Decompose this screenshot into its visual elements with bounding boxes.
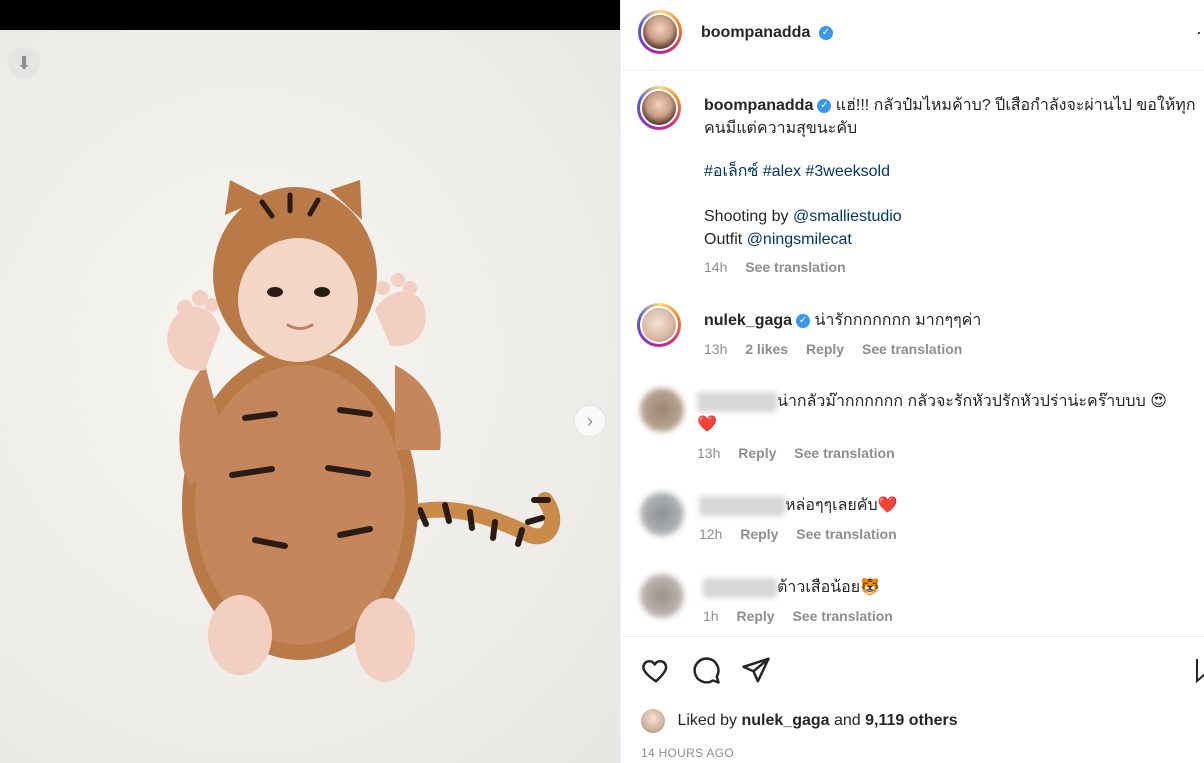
caption-see-translation[interactable]: See translation [745, 259, 845, 275]
liked-by-user[interactable]: nulek_gaga [742, 712, 830, 729]
post-side-panel: boompanadda ✓ ··· boompanadda✓ แฮ่!!! กล… [620, 0, 1204, 763]
heart-icon[interactable] [641, 655, 671, 685]
mention-smalliestudio[interactable]: @smalliestudio [793, 208, 902, 225]
comment-text: ต้าวเสือน้อย🐯 [777, 579, 881, 596]
comment-avatar-blurred[interactable] [640, 388, 684, 432]
comment-see-translation[interactable]: See translation [794, 445, 894, 461]
author-avatar[interactable] [638, 10, 682, 54]
comment-username[interactable]: nulek_gaga [704, 312, 792, 329]
comment-see-translation[interactable]: See translation [862, 341, 962, 357]
post-photo-baby-tiger [167, 180, 561, 682]
next-image-button[interactable]: › [575, 406, 605, 436]
comment-likes[interactable]: 2 likes [745, 341, 788, 357]
comment-see-translation[interactable]: See translation [792, 608, 892, 624]
comment-meta: 13h 2 likes Reply See translation [704, 338, 1204, 361]
comment-body: น่ากลัวม๊ากกกกกก กลัวจะรักหัวปรักหัวปร่า… [697, 390, 1197, 465]
caption-author-avatar-image [640, 89, 678, 127]
comment-text: น่ารักกกกกกก มากๆๆค่า [814, 312, 982, 329]
comment-avatar-blurred[interactable] [640, 492, 684, 536]
ellipsis-icon: ··· [1196, 22, 1204, 42]
post-header: boompanadda ✓ ··· [621, 0, 1204, 71]
comment-meta: 12h Reply See translation [699, 523, 1199, 546]
comment-reply-button[interactable]: Reply [806, 341, 844, 357]
author-avatar-image [641, 13, 679, 51]
comment-see-translation[interactable]: See translation [796, 526, 896, 542]
comment-meta: 1h Reply See translation [703, 605, 1203, 628]
hashtag-alex[interactable]: #alex [763, 163, 801, 180]
bookmark-icon[interactable] [1195, 655, 1204, 685]
caption-text-block: boompanadda ✓ แฮ่!!! กลัวป๋มไหมค้าบ? ปีเส… [704, 94, 1204, 279]
caption-username[interactable]: boompanadda [704, 97, 813, 114]
author-username[interactable]: boompanadda [701, 24, 810, 41]
arrow-down-icon: ⬇ [16, 52, 32, 73]
liked-by-and: and [833, 712, 861, 730]
credit-outfit-label: Outfit [704, 231, 743, 248]
hashtag-alex-thai[interactable]: #อเล็กซ์ [704, 163, 758, 180]
chevron-right-icon: › [587, 410, 593, 431]
post-timestamp: 14 HOURS AGO [641, 746, 734, 760]
post-image-pane: ⬇ › [0, 0, 620, 763]
mention-ningsmilecat[interactable]: @ningsmilecat [747, 231, 852, 248]
hashtags: #อเล็กซ์ #alex #3weeksold [704, 160, 1204, 183]
credit-shooting-label: Shooting by [704, 208, 789, 225]
post-actions: Liked by nulek_gaga and 9,119 others 14 … [621, 636, 1204, 763]
comment-time: 12h [699, 526, 723, 542]
caption-meta: 14h See translation [704, 256, 1204, 279]
credit-shooting: Shooting by @smalliestudio [704, 205, 1204, 228]
comment-text: น่ากลัวม๊ากกกกกก กลัวจะรักหัวปรักหัวปร่า… [777, 393, 1167, 410]
verified-badge-icon: ✓ [796, 313, 811, 328]
credit-outfit: Outfit @ningsmilecat [704, 228, 1204, 251]
caption-author-avatar[interactable] [637, 86, 681, 130]
verified-badge-icon: ✓ [818, 25, 833, 40]
comment-avatar-image [640, 306, 678, 344]
comment-time: 1h [703, 608, 719, 624]
comment-body: ต้าวเสือน้อย🐯 1h Reply See translation [703, 576, 1203, 628]
comment-body: หล่อๆๆเลยคับ❤️ 12h Reply See translation [699, 494, 1199, 546]
comment-reply-button[interactable]: Reply [738, 445, 776, 461]
photo-top-bar [0, 0, 620, 30]
comment-body: nulek_gaga ✓ น่ารักกกกกกก มากๆๆค่า 13h 2 … [704, 309, 1204, 361]
comment-reply-button[interactable]: Reply [736, 608, 774, 624]
comment-reply-button[interactable]: Reply [740, 526, 778, 542]
comment-text-heart: ❤️ [697, 416, 717, 433]
comment-avatar-blurred[interactable] [640, 574, 684, 618]
hashtag-3weeksold[interactable]: #3weeksold [805, 163, 890, 180]
paper-plane-icon[interactable] [741, 655, 771, 685]
comment-meta: 13h Reply See translation [697, 442, 1197, 465]
more-options-button[interactable]: ··· [1196, 22, 1204, 43]
comment-avatar[interactable] [637, 303, 681, 347]
liked-by-count[interactable]: 9,119 others [865, 712, 958, 729]
comment-username-blurred[interactable] [697, 391, 777, 412]
comment-icon[interactable] [691, 655, 721, 685]
comment-username-blurred[interactable] [699, 495, 785, 516]
comment-username-blurred[interactable] [703, 577, 777, 598]
download-button[interactable]: ⬇ [8, 47, 40, 79]
comment-time: 13h [704, 341, 728, 357]
liked-by: Liked by nulek_gaga and 9,119 others [641, 709, 958, 733]
comment-time: 13h [697, 445, 721, 461]
liked-by-avatar[interactable] [641, 709, 665, 733]
comment-text: หล่อๆๆเลยคับ❤️ [785, 497, 898, 514]
caption-time: 14h [704, 259, 728, 275]
verified-badge-icon: ✓ [817, 98, 832, 113]
liked-by-prefix: Liked by [677, 712, 738, 730]
